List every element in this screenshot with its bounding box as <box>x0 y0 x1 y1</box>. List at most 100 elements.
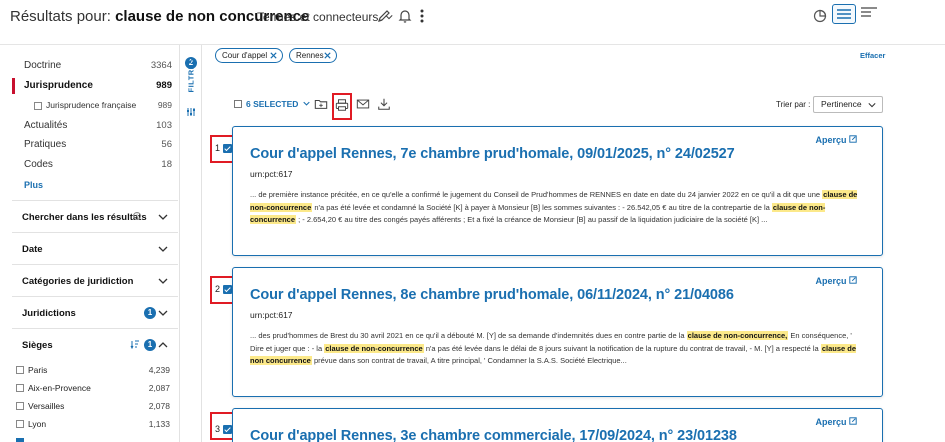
section-jurisdictions[interactable]: Juridictions 1 <box>12 296 178 328</box>
result-number: 3 <box>215 424 221 434</box>
checkbox[interactable] <box>16 402 24 410</box>
pie-chart-icon[interactable] <box>812 8 828 24</box>
seat-count: 1,133 <box>148 419 170 429</box>
sidebar-item-count: 989 <box>156 80 172 91</box>
result-title-link[interactable]: Cour d'appel Rennes, 3e chambre commerci… <box>250 428 737 442</box>
seat-filter-item[interactable] <box>16 435 174 442</box>
checkbox-checked[interactable] <box>16 438 24 442</box>
preview-label: Aperçu <box>815 276 847 286</box>
compact-view-icon[interactable] <box>860 6 878 20</box>
chevron-down-icon <box>158 278 168 284</box>
more-link[interactable]: Plus <box>24 180 43 190</box>
bell-icon[interactable] <box>397 8 413 24</box>
section-title: Chercher dans les résultats <box>22 212 147 223</box>
result-card: Aperçu Cour d'appel Rennes, 7e chambre p… <box>232 126 883 256</box>
email-icon[interactable] <box>356 97 370 111</box>
chip-label: Rennes <box>296 51 324 60</box>
sidebar-item-jurisprudence[interactable]: Jurisprudence 989 <box>12 77 172 95</box>
section-seats[interactable]: Sièges 1 <box>12 328 178 360</box>
page-header: Résultats pour: clause de non concurrenc… <box>0 0 945 36</box>
selected-count-dropdown[interactable]: 6 SELECTED <box>246 99 310 109</box>
chevron-down-icon <box>868 103 876 108</box>
sidebar-item-doctrine[interactable]: Doctrine 3364 <box>12 57 172 75</box>
seat-filter-item[interactable]: Paris 4,239 <box>16 363 174 380</box>
result-title-link[interactable]: Cour d'appel Rennes, 7e chambre prud'hom… <box>250 146 735 162</box>
sidebar-item-actualites[interactable]: Actualités 103 <box>12 117 172 135</box>
sidebar-item-jurisprudence-francaise[interactable]: Jurisprudence française 989 <box>12 97 172 115</box>
sidebar-item-count: 989 <box>157 100 172 110</box>
result-urn: urn:pct:617 <box>250 310 293 320</box>
section-date[interactable]: Date <box>12 232 178 264</box>
preview-link[interactable]: Aperçu <box>815 135 857 145</box>
list-view-toggle[interactable] <box>832 4 856 24</box>
chevron-up-icon <box>158 342 168 348</box>
sidebar-item-count: 56 <box>161 139 172 150</box>
chevron-down-icon <box>158 310 168 316</box>
section-jurisdiction-categories[interactable]: Catégories de juridiction <box>12 264 178 296</box>
sidebar-item-count: 18 <box>161 159 172 170</box>
terms-connectors-dropdown[interactable]: Termes et connecteurs <box>257 10 393 24</box>
result-number: 1 <box>215 143 221 153</box>
sidebar-item-pratiques[interactable]: Pratiques 56 <box>12 136 172 154</box>
seat-label: Lyon <box>28 419 47 429</box>
info-icon[interactable]: i <box>133 212 141 220</box>
result-checkbox[interactable] <box>223 425 232 434</box>
filters-panel-toggle[interactable]: 2 FILTRES <box>180 45 202 442</box>
clear-filters-link[interactable]: Effacer <box>860 51 885 60</box>
external-preview-icon <box>849 276 857 284</box>
download-icon[interactable] <box>377 97 391 111</box>
seat-count: 2,078 <box>148 401 170 411</box>
more-vertical-icon[interactable] <box>414 8 430 24</box>
filter-chip-rennes: Rennes <box>289 48 337 63</box>
section-search-in-results[interactable]: Chercher dans les résultats i <box>12 200 178 232</box>
seat-count: 2,087 <box>148 383 170 393</box>
sidebar-item-label: Doctrine <box>24 60 62 71</box>
seat-filter-item[interactable]: Lyon 1,133 <box>16 417 174 434</box>
preview-link[interactable]: Aperçu <box>815 276 857 286</box>
result-number: 2 <box>215 284 221 294</box>
select-all-checkbox[interactable] <box>234 100 242 108</box>
section-title: Date <box>22 244 43 255</box>
folder-icon[interactable] <box>314 97 328 111</box>
seat-filter-item[interactable]: Aix-en-Provence 2,087 <box>16 381 174 398</box>
sidebar: Doctrine 3364 Jurisprudence 989 Jurispru… <box>0 45 180 442</box>
checkbox[interactable] <box>16 366 24 374</box>
chevron-down-icon <box>158 214 168 220</box>
filter-count-badge: 1 <box>144 339 156 351</box>
reorder-icon[interactable] <box>130 339 140 349</box>
snippet-highlight: clause de non-concurrence <box>324 343 424 353</box>
result-checkbox[interactable] <box>223 285 232 294</box>
close-icon[interactable] <box>323 51 332 60</box>
sidebar-item-count: 103 <box>156 120 172 131</box>
sort-label: Trier par : <box>776 100 811 109</box>
external-preview-icon <box>849 417 857 425</box>
checkbox[interactable] <box>16 420 24 428</box>
preview-label: Aperçu <box>815 417 847 427</box>
seat-filter-item[interactable]: Versailles 2,078 <box>16 399 174 416</box>
close-icon[interactable] <box>269 51 278 60</box>
result-checkbox[interactable] <box>223 144 232 153</box>
list-view-icon <box>837 9 851 19</box>
pencil-icon[interactable] <box>376 8 392 24</box>
sidebar-item-codes[interactable]: Codes 18 <box>12 156 172 174</box>
filters-label: FILTRES <box>186 58 196 93</box>
preview-label: Aperçu <box>815 135 847 145</box>
preview-link[interactable]: Aperçu <box>815 417 857 427</box>
title-prefix: Résultats pour: <box>10 8 111 25</box>
snippet-text: ; - 2.654,20 € au titre des congés payés… <box>296 215 768 224</box>
seat-label: Paris <box>28 365 48 375</box>
sidebar-item-label: Jurisprudence <box>24 80 93 91</box>
result-card: Aperçu Cour d'appel Rennes, 8e chambre p… <box>232 267 883 397</box>
checkbox[interactable] <box>34 102 42 110</box>
sort-select[interactable]: Pertinence <box>813 96 883 113</box>
snippet-text: prévue dans son contrat de travail, A ti… <box>311 356 627 365</box>
snippet-text: ... de première instance précitée, en ce… <box>250 190 823 199</box>
section-title: Juridictions <box>22 308 76 319</box>
sidebar-item-count: 3364 <box>150 60 172 71</box>
result-title-link[interactable]: Cour d'appel Rennes, 8e chambre prud'hom… <box>250 287 734 303</box>
checkbox[interactable] <box>16 384 24 392</box>
sort-value: Pertinence <box>821 99 862 109</box>
sidebar-item-label: Jurisprudence française <box>46 100 137 110</box>
result-snippet: ... des prud'hommes de Brest du 30 avril… <box>250 330 860 368</box>
section-title: Sièges <box>22 340 53 351</box>
